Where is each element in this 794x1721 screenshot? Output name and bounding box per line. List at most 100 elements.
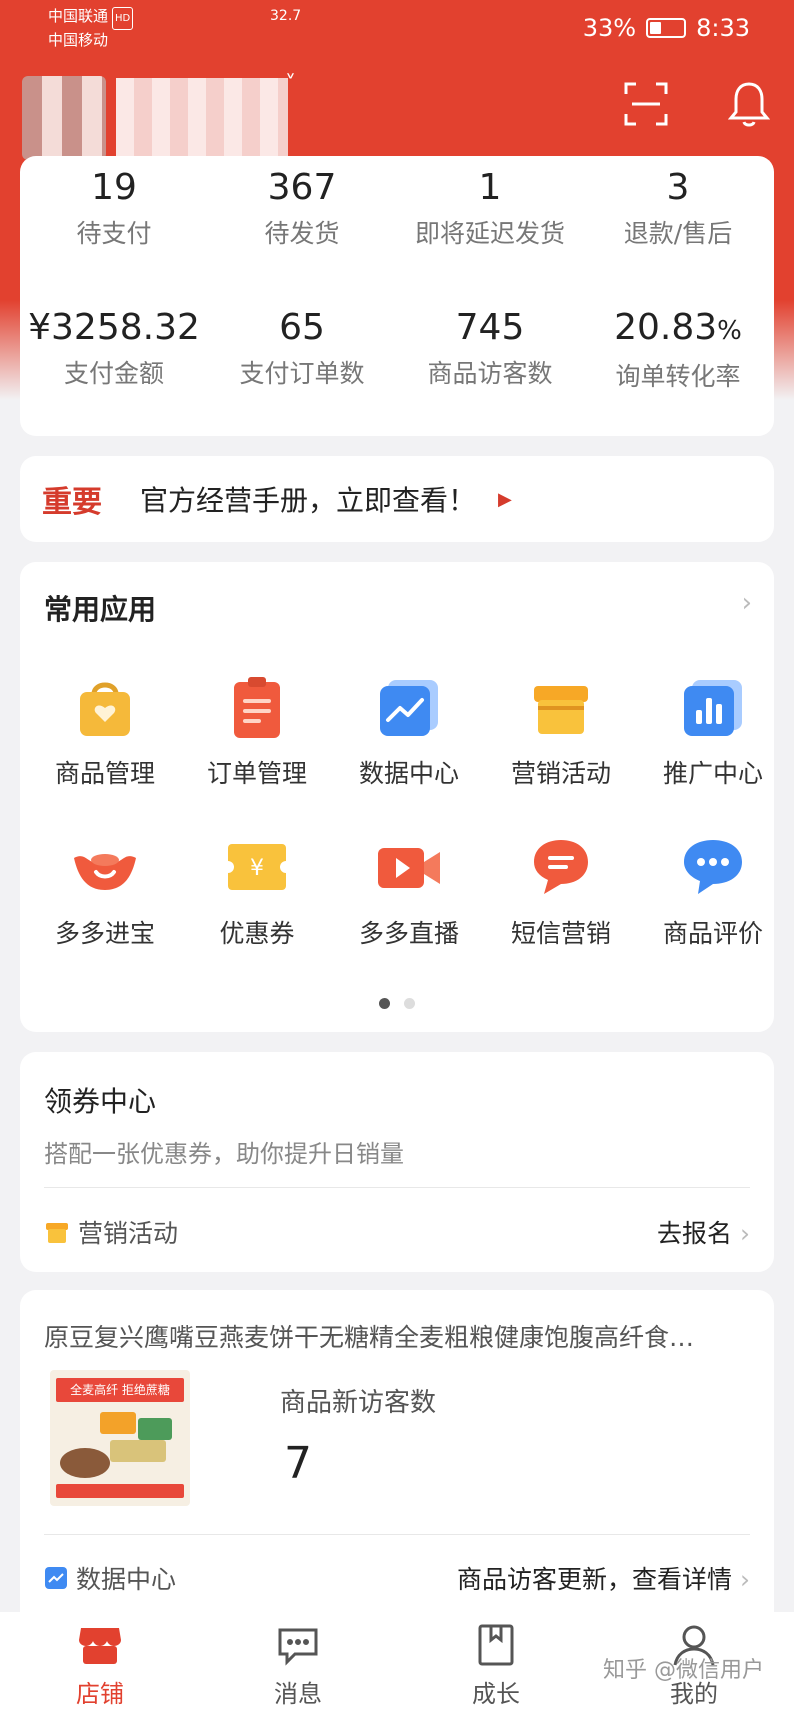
- stat-value: 367: [267, 167, 337, 208]
- chevron-down-icon[interactable]: ˅: [285, 72, 296, 97]
- metric-order-count[interactable]: 65 支付订单数: [208, 306, 396, 390]
- carrier-2: 中国移动: [48, 31, 109, 49]
- app-promotion-center[interactable]: 推广中心: [638, 672, 788, 790]
- chevron-right-icon[interactable]: ›: [742, 588, 752, 618]
- app-label: 营销活动: [510, 759, 611, 788]
- chevron-right-icon: ›: [740, 1219, 750, 1248]
- shop-header: ˅: [0, 62, 794, 162]
- shop-name-blurred[interactable]: [116, 78, 288, 156]
- row-action-text: 商品访客更新，查看详情: [456, 1565, 732, 1594]
- tab-label: 消息: [274, 1680, 322, 1708]
- notice-banner[interactable]: 重要 官方经营手册，立即查看！ ▶: [20, 456, 774, 542]
- status-right: 33% 8:33: [583, 14, 750, 42]
- section-title: 常用应用: [44, 593, 157, 626]
- product-insight-card[interactable]: 原豆复兴鹰嘴豆燕麦饼干无糖精全麦粗粮健康饱腹高纤食… 全麦高纤 拒绝蔗糖 商品新…: [20, 1290, 774, 1630]
- metric-label: 询单转化率: [615, 362, 741, 391]
- metric-number: 20.83: [614, 307, 718, 348]
- chart-line-icon: [380, 680, 438, 736]
- stat-refund[interactable]: 3 退款/售后: [584, 166, 772, 250]
- tab-messages[interactable]: 消息: [238, 1622, 358, 1709]
- row-action-text: 去报名: [656, 1219, 732, 1248]
- page-dot: [404, 998, 415, 1009]
- product-box-shape: [110, 1440, 166, 1462]
- stat-label: 即将延迟发货: [414, 219, 565, 248]
- tab-label: 店铺: [76, 1680, 124, 1708]
- app-label: 多多直播: [358, 919, 459, 948]
- app-label: 优惠券: [219, 919, 295, 948]
- metric-unit: %: [717, 316, 742, 346]
- metric-value: 65: [279, 307, 325, 348]
- app-coupon[interactable]: ¥ 优惠券: [182, 832, 332, 950]
- app-label: 推广中心: [662, 759, 763, 788]
- divider: [44, 1187, 750, 1188]
- metric-visitors[interactable]: 745 商品访客数: [396, 306, 584, 390]
- stat-label: 待支付: [76, 219, 152, 248]
- metric-label: 支付金额: [63, 359, 164, 388]
- gift-box-icon: [534, 686, 588, 734]
- app-product-management[interactable]: 商品管理: [30, 672, 180, 790]
- bell-icon[interactable]: [728, 80, 770, 128]
- app-data-center[interactable]: 数据中心: [334, 672, 484, 790]
- stat-value: 1: [478, 167, 502, 208]
- app-order-management[interactable]: 订单管理: [182, 672, 332, 790]
- stat-delayed-shipment[interactable]: 1 即将延迟发货: [396, 166, 584, 250]
- stat-label: 退款/售后: [623, 219, 733, 248]
- coupon-center-card[interactable]: 领券中心 搭配一张优惠券，助你提升日销量 营销活动 去报名 ›: [20, 1052, 774, 1272]
- app-marketing[interactable]: 营销活动: [486, 672, 636, 790]
- marketing-row-label: 营销活动: [44, 1214, 178, 1250]
- status-bar: 中国联通 HD 中国移动 32.7 33% 8:33: [0, 0, 794, 60]
- metric-value: 745: [455, 307, 525, 348]
- metric-value: ¥3258.32: [28, 307, 200, 348]
- network-speed: 32.7: [270, 8, 302, 24]
- comment-icon: [684, 840, 742, 894]
- scan-icon[interactable]: [624, 82, 668, 126]
- view-details-link[interactable]: 商品访客更新，查看详情 ›: [457, 1560, 750, 1596]
- metric-value: 20.83%: [584, 306, 772, 353]
- gift-box-icon: [46, 1223, 68, 1243]
- app-duoduo-jinbao[interactable]: 多多进宝: [30, 832, 180, 950]
- common-apps-card: 常用应用 › 商品管理 订单管理 数据中心 营销活动 推广中心 多多进宝 ¥ 优…: [20, 562, 774, 1032]
- svg-text:¥: ¥: [250, 856, 264, 881]
- battery-icon: [646, 18, 687, 38]
- app-product-reviews[interactable]: 商品评价: [638, 832, 788, 950]
- shop-avatar[interactable]: [22, 76, 106, 160]
- hd-badge: HD: [112, 7, 134, 30]
- app-live-streaming[interactable]: 多多直播: [334, 832, 484, 950]
- data-center-row-label: 数据中心: [44, 1560, 176, 1596]
- battery-level: [650, 22, 662, 34]
- app-label: 多多进宝: [54, 919, 155, 948]
- bag-icon: [80, 682, 130, 736]
- app-label: 数据中心: [358, 759, 459, 788]
- coupon-subtitle: 搭配一张优惠券，助你提升日销量: [44, 1140, 404, 1168]
- metric-label: 商品访客数: [427, 359, 553, 388]
- sms-icon: [534, 840, 588, 894]
- product-image-banner: 全麦高纤 拒绝蔗糖: [56, 1378, 184, 1402]
- tab-growth[interactable]: 成长: [436, 1622, 556, 1709]
- product-cookie-shape: [60, 1448, 110, 1478]
- product-footer-strip: [56, 1484, 184, 1498]
- clock: 8:33: [696, 14, 750, 42]
- play-arrow-icon: ▶: [498, 488, 512, 510]
- new-visitors-value: 7: [284, 1438, 312, 1489]
- app-sms-marketing[interactable]: 短信营销: [486, 832, 636, 950]
- page-indicator[interactable]: [20, 998, 774, 1009]
- notice-tag: 重要: [42, 485, 102, 520]
- metric-label: 支付订单数: [239, 359, 365, 388]
- stat-value: 3: [666, 167, 690, 208]
- product-image[interactable]: 全麦高纤 拒绝蔗糖: [50, 1370, 190, 1506]
- metric-payment-amount[interactable]: ¥3258.32 支付金额: [20, 306, 208, 390]
- metric-conversion-rate[interactable]: 20.83% 询单转化率: [584, 306, 772, 393]
- stat-pending-shipment[interactable]: 367 待发货: [208, 166, 396, 250]
- register-link[interactable]: 去报名 ›: [657, 1214, 750, 1250]
- chart-line-icon: [45, 1567, 67, 1589]
- bookmark-icon: [478, 1624, 514, 1666]
- app-label: 商品管理: [54, 759, 155, 788]
- product-box-shape: [138, 1418, 172, 1440]
- chevron-right-icon: ›: [740, 1565, 750, 1594]
- bar-chart-icon: [684, 680, 742, 736]
- row-label-text: 营销活动: [78, 1219, 179, 1248]
- stat-pending-payment[interactable]: 19 待支付: [20, 166, 208, 250]
- tab-store[interactable]: 店铺: [40, 1622, 160, 1709]
- video-camera-icon: [378, 848, 440, 888]
- message-icon: [278, 1628, 318, 1666]
